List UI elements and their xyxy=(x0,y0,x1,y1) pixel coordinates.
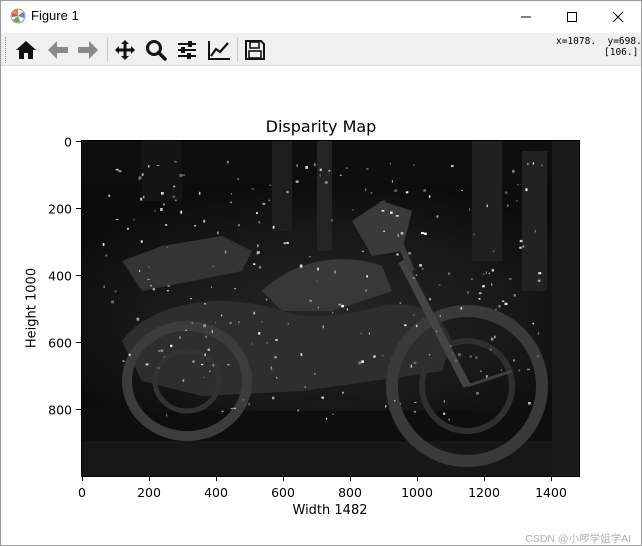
maximize-button[interactable] xyxy=(549,1,595,32)
save-icon xyxy=(245,40,265,60)
close-icon xyxy=(612,11,624,22)
xtick-label: 200 xyxy=(137,485,161,500)
xtick-label: 400 xyxy=(204,485,228,500)
matplotlib-app-icon xyxy=(10,8,26,24)
toolbar-grip[interactable] xyxy=(5,37,8,63)
back-button[interactable] xyxy=(44,36,72,64)
xtick-mark xyxy=(149,476,150,481)
x-axis-label: Width 1482 xyxy=(292,503,368,518)
xtick-label: 1000 xyxy=(401,485,433,500)
ytick-mark xyxy=(76,275,81,276)
axes-frame xyxy=(81,140,580,477)
xtick-label: 600 xyxy=(271,485,295,500)
arrow-right-icon xyxy=(78,41,98,59)
ytick-mark xyxy=(76,208,81,209)
cursor-readout: x=1078. y=698. [106.] xyxy=(556,36,642,58)
line-chart-icon xyxy=(208,41,230,60)
forward-button[interactable] xyxy=(74,36,102,64)
home-icon xyxy=(16,41,36,59)
save-button[interactable] xyxy=(241,36,269,64)
minimize-icon xyxy=(521,16,531,17)
toolbar-separator xyxy=(237,38,238,62)
xtick-label: 1200 xyxy=(468,485,500,500)
edit-axes-button[interactable] xyxy=(205,36,233,64)
toolbar-separator xyxy=(107,38,108,62)
maximize-icon xyxy=(567,11,577,22)
arrow-left-icon xyxy=(48,41,68,59)
minimize-button[interactable] xyxy=(503,1,549,32)
close-button[interactable] xyxy=(595,1,641,32)
ytick-label: 800 xyxy=(48,402,72,418)
home-button[interactable] xyxy=(12,36,40,64)
xtick-mark xyxy=(484,476,485,481)
ytick-label: 0 xyxy=(64,134,72,150)
subplots-button[interactable] xyxy=(173,36,201,64)
xtick-label: 800 xyxy=(338,485,362,500)
figure-window: Figure 1 x=1078. y=698. [106.] Disparity… xyxy=(0,0,642,546)
sliders-icon xyxy=(178,41,196,59)
ytick-mark xyxy=(76,409,81,410)
watermark: CSDN @小啰学姐学AI xyxy=(525,533,631,545)
xtick-mark xyxy=(216,476,217,481)
ytick-label: 200 xyxy=(48,201,72,217)
navigation-toolbar: x=1078. y=698. [106.] xyxy=(1,33,642,66)
y-axis-label: Height 1000 xyxy=(24,267,40,349)
figure-canvas[interactable]: Disparity Map 0 200 400 600 800 0 200 40… xyxy=(1,67,641,545)
zoom-button[interactable] xyxy=(142,36,170,64)
xtick-mark xyxy=(551,476,552,481)
cursor-readout-value: [106.] xyxy=(604,47,639,58)
cursor-readout-xy: x=1078. y=698. xyxy=(556,36,642,47)
xtick-label: 1400 xyxy=(535,485,567,500)
zoom-icon xyxy=(146,40,167,61)
xtick-mark xyxy=(417,476,418,481)
xtick-label: 0 xyxy=(78,485,86,500)
xtick-mark xyxy=(350,476,351,481)
title-bar[interactable]: Figure 1 xyxy=(1,1,641,32)
pan-button[interactable] xyxy=(111,36,139,64)
ytick-mark xyxy=(76,342,81,343)
xtick-mark xyxy=(283,476,284,481)
xtick-mark xyxy=(82,476,83,481)
plot-title: Disparity Map xyxy=(265,117,377,136)
move-icon xyxy=(115,40,135,60)
window-title: Figure 1 xyxy=(31,8,79,23)
ytick-mark xyxy=(76,141,81,142)
